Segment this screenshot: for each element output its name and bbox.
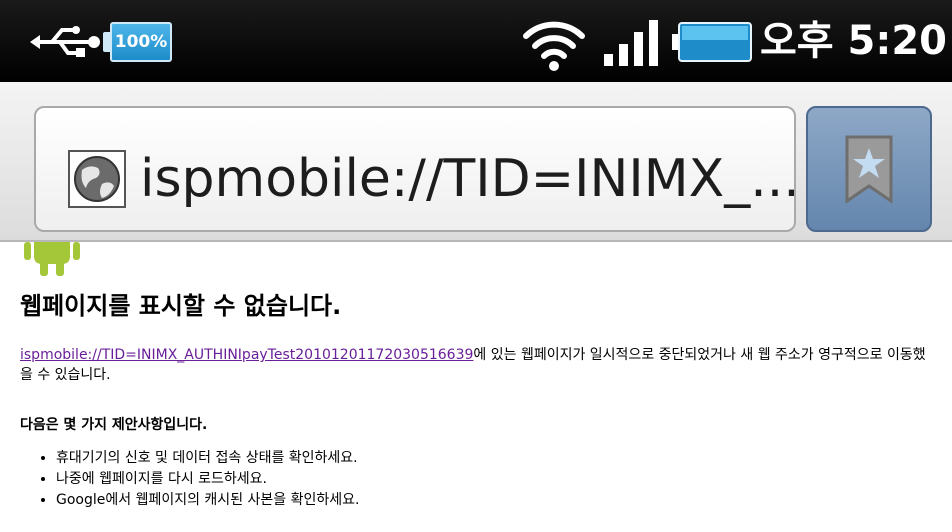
battery-badge-nub — [103, 32, 110, 52]
usb-icon — [30, 26, 100, 57]
bookmark-star-icon — [845, 135, 893, 204]
url-bar[interactable]: ispmobile://TID=INIMX_... — [34, 106, 796, 232]
wifi-icon — [523, 21, 585, 71]
suggestions-heading: 다음은 몇 가지 제안사항입니다. — [20, 417, 208, 433]
battery-icon — [672, 22, 752, 62]
battery-level-badge: 100% — [110, 22, 172, 62]
list-item: 나중에 웹페이지를 다시 로드하세요. — [56, 469, 359, 490]
error-description: ispmobile://TID=INIMX_AUTHINIpayTest2010… — [20, 345, 935, 385]
android-icon — [24, 242, 80, 276]
error-page: 웹페이지를 표시할 수 없습니다. ispmobile://TID=INIMX_… — [0, 242, 952, 532]
error-url-link[interactable]: ispmobile://TID=INIMX_AUTHINIpayTest2010… — [20, 347, 473, 363]
list-item: Google에서 웹페이지의 캐시된 사본을 확인하세요. — [56, 490, 359, 511]
suggestion-list: 휴대기기의 신호 및 데이터 접속 상태를 확인하세요. 나중에 웹페이지를 다… — [20, 448, 359, 511]
url-text: ispmobile://TID=INIMX_... — [140, 149, 796, 209]
error-title: 웹페이지를 표시할 수 없습니다. — [20, 292, 342, 320]
status-bar: 100% 오후 5:20 — [0, 0, 952, 82]
bookmark-button[interactable] — [806, 106, 932, 232]
list-item: 휴대기기의 신호 및 데이터 접속 상태를 확인하세요. — [56, 448, 359, 469]
globe-icon — [68, 150, 126, 208]
browser-toolbar: ispmobile://TID=INIMX_... — [0, 82, 952, 242]
status-clock: 오후 5:20 — [760, 18, 948, 64]
signal-icon — [604, 20, 658, 66]
